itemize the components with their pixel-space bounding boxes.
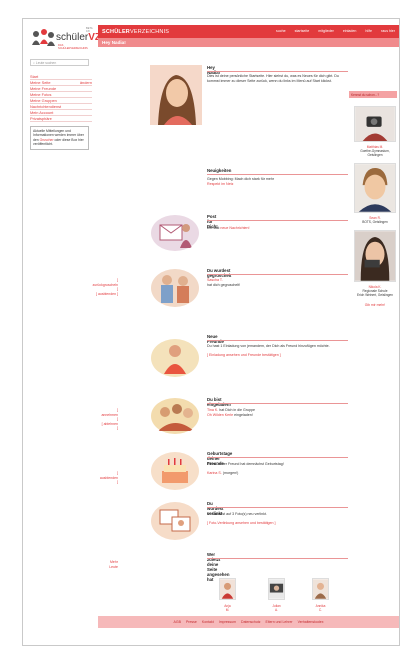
top-bar: SCHÜLERVERZEICHNIS suche startseite mitg… [98,25,399,38]
news-text: Gegen Mobbing: Mach dich stark für mehr [207,177,275,181]
poke-sender-link[interactable]: Sascha T. [207,278,223,282]
suggestion-photo[interactable] [354,106,396,142]
footer-link-impressum[interactable]: Impressum [219,620,236,624]
friends-title: Neue Freunde [207,334,224,344]
suggestion-card[interactable]: Matthias M. Goethe-Gymnasium, Geislingen [349,106,401,157]
nav-suche[interactable]: suche [276,29,286,33]
poke-title: Du wurdest gegruschelt [207,268,232,278]
more-visitors-link[interactable]: Mehr Leute [109,560,118,569]
suggestion-photo[interactable] [354,230,396,282]
divider [207,457,348,458]
nav-logout[interactable]: raus hier [381,29,395,33]
confirm-friends-link[interactable]: [ Einladung ansehen und Freunde bestätig… [207,353,281,358]
birthday-friend-link[interactable]: Karina S. [207,471,222,475]
group-invite-title: Du bist eingeladen! [207,397,231,407]
poke-illustration [151,269,199,307]
sidebar-item-privatsphaere[interactable]: Privatsphäre [30,116,92,122]
footer-link-presse[interactable]: Presse [186,620,197,624]
visitor-photo[interactable] [312,578,329,600]
greeting-bar: Hey Nadia! [98,38,399,47]
suggestions-header: Kennst du schon...? [349,91,397,98]
accept-invite-button[interactable]: [ annehmen ] [101,408,118,421]
info-link[interactable]: Gruscher [40,138,54,142]
divider [207,558,348,559]
footer-link-kodex[interactable]: Verhaltenskodex [298,620,324,624]
suggestion-card[interactable]: Sean R. BOTS, Geislingen [349,163,401,224]
envelope-illustration [151,215,199,251]
visitor-photo[interactable] [268,578,285,600]
confirm-tags-link[interactable]: [ Foto-Verlinkung ansehen und bestätigen… [207,521,276,526]
beta-badge: BETA 0.8 [86,27,93,33]
suggestion-card[interactable]: Nikola K. Regionale Schule Erich Weinert… [349,230,401,297]
search-input[interactable]: ⌕ Leute suchen [30,59,89,66]
divider [207,507,348,508]
footer-link-eltern[interactable]: Eltern und Lehrer [266,620,293,624]
visitor-tile[interactable]: Julian A. [268,578,285,612]
sidebar: ⌕ Leute suchen Start Meine Seite ändern M… [30,59,92,150]
edit-profile-link[interactable]: ändern [80,80,92,85]
page-frame: schülerVZ DAS SCHÜLERVERZEICHNIS BETA 0.… [22,18,400,646]
divider [207,403,348,404]
divider [207,340,348,341]
profile-photo[interactable] [150,65,202,125]
friend-invite-illustration [151,339,199,377]
nav-hilfe[interactable]: hilfe [365,29,372,33]
nav-einladen[interactable]: einladen [343,29,357,33]
divider [207,71,348,72]
divider [207,274,348,275]
birthday-cake-illustration [151,452,199,490]
suggestion-photo[interactable] [354,163,396,213]
info-box: Aktuelle Mitteilungen und Informationen … [30,126,89,150]
sidebar-menu: Start Meine Seite ändern Meine Freunde Me… [30,74,92,122]
footer: AGB Presse Kontakt Impressum Datenschutz… [98,616,399,628]
poke-back-button[interactable]: [ zurückgruscheln ] [93,278,118,291]
top-nav: suche startseite mitglieder einladen hil… [276,29,395,33]
news-link[interactable]: Respekt im Netz [207,182,233,186]
more-suggestions-link[interactable]: Gib mir mehr! [349,303,401,307]
poke-hide-button[interactable]: [ ausblenden ] [96,292,118,296]
logo[interactable]: schülerVZ DAS SCHÜLERVERZEICHNIS BETA 0.… [29,25,101,50]
inviter-link[interactable]: Tina K. [207,408,218,412]
decline-invite-button[interactable]: [ ablehnen ] [102,422,118,431]
logo-mark-icon [32,29,55,46]
visitor-photo[interactable] [219,578,236,600]
new-messages-link[interactable]: neue Nachrichten! [220,226,249,230]
divider [207,174,348,175]
group-invite-illustration [151,398,199,434]
suggestions-column: Kennst du schon...? Matthias M. Goethe-G… [349,91,401,307]
footer-link-kontakt[interactable]: Kontakt [202,620,214,624]
visitor-tile[interactable]: Anja M. [219,578,236,612]
logo-tagline: DAS SCHÜLERVERZEICHNIS [58,44,88,50]
news-title: Neuigkeiten [207,168,232,173]
divider [207,220,348,221]
photo-tag-illustration [151,502,199,540]
site-title: SCHÜLERVERZEICHNIS [102,29,170,35]
footer-link-agb[interactable]: AGB [174,620,181,624]
logo-text: schülerVZ [56,32,102,43]
group-link[interactable]: Oh Wilden Kerle [207,413,233,417]
welcome-text: Dies ist deine persönliche Startseite. H… [207,74,339,83]
nav-mitglieder[interactable]: mitglieder [318,29,334,33]
nav-startseite[interactable]: startseite [295,29,310,33]
hide-birthday-button[interactable]: [ ausblenden ] [100,471,118,484]
footer-link-datenschutz[interactable]: Datenschutz [241,620,260,624]
visitor-tile[interactable]: Annika C. [312,578,329,612]
